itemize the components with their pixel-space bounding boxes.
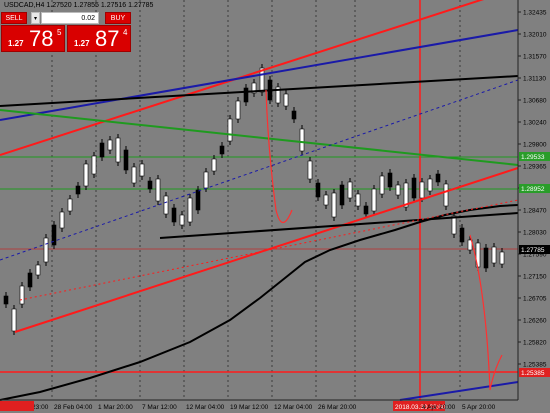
- price-tick-label: 1.28030: [523, 230, 547, 237]
- sell-quote-pips: 78: [29, 26, 54, 51]
- time-axis[interactable]: 20 Feb 23:0028 Feb 04:001 Mar 20:007 Mar…: [0, 401, 496, 411]
- price-tick-label: 1.30680: [523, 98, 547, 105]
- buy-quote-fraction: 4: [123, 28, 128, 37]
- price-tick-label: 1.25385: [523, 362, 547, 369]
- price-tick-label: 1.31130: [523, 76, 546, 83]
- chart-window[interactable]: 1.32435 1.32010 1.31570 1.31130 1.30680 1.302…: [0, 0, 550, 413]
- one-click-trading-panel: SELL ▾ 0.02 BUY 1.27 78 5 1.27 87 4: [1, 12, 132, 52]
- lot-size-input[interactable]: 0.02: [41, 12, 99, 24]
- price-tick-label: 1.26260: [523, 318, 547, 325]
- price-tick-label: 1.30240: [523, 120, 547, 127]
- chart-title: USDCAD,H4 1.27520 1.27855 1.27516 1.2778…: [4, 2, 154, 9]
- time-tick-label: 12 Mar 04:00: [274, 404, 313, 411]
- time-tick-label: 12 Mar 04:00: [186, 404, 225, 411]
- time-tick-label: 26 Mar 20:00: [318, 404, 357, 411]
- price-tick-label: 1.32435: [523, 10, 547, 17]
- price-tick-label: 1.32010: [523, 32, 547, 39]
- time-tick-label: 4 Apr 20:00: [422, 404, 456, 411]
- price-label-green-upper-text: 1.29533: [521, 154, 545, 161]
- sell-button[interactable]: SELL: [1, 12, 27, 24]
- price-tick-label: 1.28470: [523, 208, 547, 215]
- lot-spinner-icon[interactable]: ▾: [31, 12, 40, 24]
- price-label-current-text: 1.27785: [521, 247, 545, 254]
- sell-quote-fraction: 5: [57, 28, 62, 37]
- time-tick-label: 19 Mar 12:00: [230, 404, 269, 411]
- price-label-green-lower-text: 1.28952: [521, 186, 545, 193]
- time-tick-label: 5 Apr 20:00: [462, 404, 496, 411]
- price-tick-label: 1.29365: [523, 164, 547, 171]
- buy-quote-prefix: 1.27: [74, 39, 90, 48]
- time-tick-label: 1 Mar 20:00: [98, 404, 133, 411]
- price-tick-label: 1.31570: [523, 54, 547, 61]
- price-tick-label: 1.27150: [523, 274, 547, 281]
- price-chart[interactable]: 1.32435 1.32010 1.31570 1.31130 1.30680 1.302…: [0, 0, 550, 413]
- sell-quote-prefix: 1.27: [8, 39, 24, 48]
- price-tick-label: 1.29800: [523, 142, 547, 149]
- time-tick-label: 7 Mar 12:00: [142, 404, 177, 411]
- price-tick-label: 1.26705: [523, 296, 547, 303]
- time-tick-label: 28 Feb 04:00: [54, 404, 93, 411]
- buy-button[interactable]: BUY: [105, 12, 131, 24]
- buy-quote[interactable]: 1.27 87 4: [67, 25, 131, 52]
- sell-quote[interactable]: 1.27 78 5: [1, 25, 65, 52]
- price-label-red-text: 1.25385: [521, 370, 545, 377]
- buy-quote-pips: 87: [95, 26, 120, 51]
- price-axis[interactable]: [518, 0, 550, 413]
- price-tick-label: 1.25820: [523, 340, 547, 347]
